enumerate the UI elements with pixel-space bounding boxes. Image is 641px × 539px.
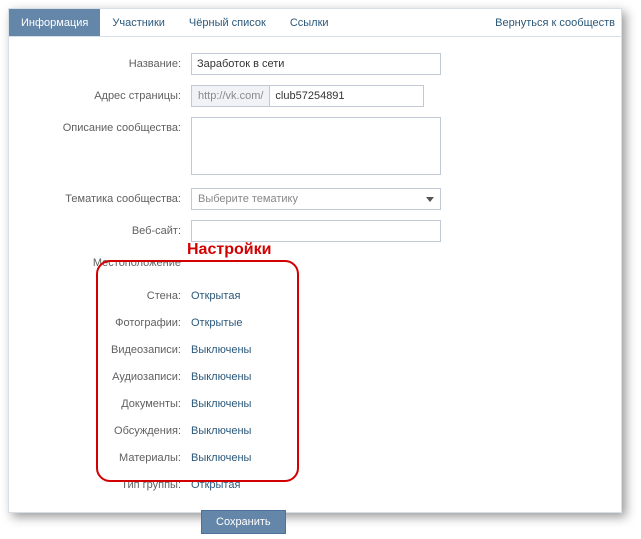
label-name: Название: [9, 53, 191, 75]
setting-label: Фотографии: [9, 317, 191, 329]
setting-value-audio[interactable]: Выключены [191, 371, 251, 383]
setting-row: Видеозаписи: Выключены [9, 336, 621, 363]
setting-row: Материалы: Выключены [9, 444, 621, 471]
url-prefix: http://vk.com/ [191, 85, 269, 107]
label-description: Описание сообщества: [9, 117, 191, 139]
url-input[interactable] [269, 85, 424, 107]
setting-value-photos[interactable]: Открытые [191, 317, 243, 329]
chevron-down-icon [426, 197, 434, 202]
setting-row: Тип группы: Открытая [9, 471, 621, 498]
setting-value-materials[interactable]: Выключены [191, 452, 251, 464]
setting-label: Стена: [9, 290, 191, 302]
topic-select-value: Выберите тематику [198, 193, 298, 205]
setting-row: Аудиозаписи: Выключены [9, 363, 621, 390]
setting-row: Фотографии: Открытые [9, 309, 621, 336]
description-textarea[interactable] [191, 117, 441, 175]
save-button[interactable]: Сохранить [201, 510, 286, 534]
label-website: Веб-сайт: [9, 220, 191, 242]
topic-select[interactable]: Выберите тематику [191, 188, 441, 210]
setting-value-group-type[interactable]: Открытая [191, 479, 240, 491]
setting-label: Аудиозаписи: [9, 371, 191, 383]
setting-row: Обсуждения: Выключены [9, 417, 621, 444]
label-address: Адрес страницы: [9, 85, 191, 107]
back-to-community-link[interactable]: Вернуться к сообществ [489, 9, 621, 36]
setting-label: Материалы: [9, 452, 191, 464]
settings-panel: Информация Участники Чёрный список Ссылк… [8, 8, 622, 513]
website-input[interactable] [191, 220, 441, 242]
setting-label: Документы: [9, 398, 191, 410]
setting-value-videos[interactable]: Выключены [191, 344, 251, 356]
setting-label: Обсуждения: [9, 425, 191, 437]
setting-label: Видеозаписи: [9, 344, 191, 356]
settings-list: Стена: Открытая Фотографии: Открытые Вид… [9, 282, 621, 498]
name-input[interactable] [191, 53, 441, 75]
tab-blacklist[interactable]: Чёрный список [177, 9, 278, 36]
form: Название: Адрес страницы: http://vk.com/… [9, 37, 621, 534]
tab-members[interactable]: Участники [100, 9, 177, 36]
setting-row: Документы: Выключены [9, 390, 621, 417]
setting-value-wall[interactable]: Открытая [191, 290, 240, 302]
annotation-title: Настройки [187, 241, 271, 259]
tab-links[interactable]: Ссылки [278, 9, 341, 36]
setting-row: Стена: Открытая [9, 282, 621, 309]
setting-value-docs[interactable]: Выключены [191, 398, 251, 410]
tabs-bar: Информация Участники Чёрный список Ссылк… [9, 9, 621, 37]
setting-label: Тип группы: [9, 479, 191, 491]
tab-info[interactable]: Информация [9, 9, 100, 36]
label-topic: Тематика сообщества: [9, 188, 191, 210]
label-location: Местоположение [9, 252, 191, 274]
setting-value-discussions[interactable]: Выключены [191, 425, 251, 437]
